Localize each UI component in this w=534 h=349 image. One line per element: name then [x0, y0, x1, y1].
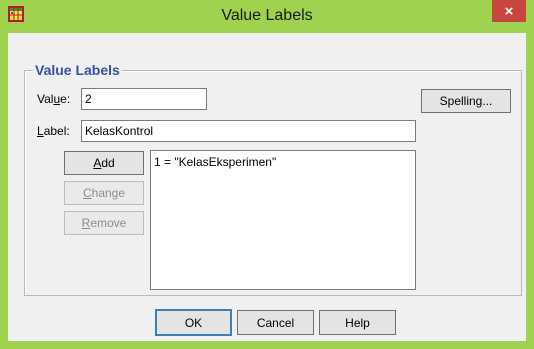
close-icon: ×	[504, 2, 514, 20]
add-rest: dd	[101, 156, 115, 170]
group-legend: Value Labels	[33, 62, 122, 78]
add-button[interactable]: Add	[64, 151, 144, 175]
cancel-button[interactable]: Cancel	[237, 310, 314, 335]
value-label: Value:	[37, 92, 70, 106]
value-labels-list[interactable]: 1 = "KelasEksperimen"	[150, 150, 416, 290]
add-mnemonic: A	[93, 156, 102, 170]
list-item[interactable]: 1 = "KelasEksperimen"	[154, 155, 276, 169]
value-label-prefix: Val	[37, 92, 54, 106]
help-button[interactable]: Help	[319, 310, 396, 335]
label-label: Label:	[37, 124, 70, 138]
remove-button[interactable]: Remove	[64, 211, 144, 235]
spelling-button[interactable]: Spelling...	[421, 89, 511, 113]
ok-button[interactable]: OK	[155, 309, 232, 336]
label-label-mnemonic: L	[37, 124, 44, 138]
change-mnemonic: C	[82, 186, 92, 200]
change-button[interactable]: Change	[64, 181, 144, 205]
label-field[interactable]: KelasKontrol	[81, 120, 416, 142]
change-rest: hange	[91, 186, 126, 200]
value-field[interactable]: 2	[81, 88, 207, 110]
window-title: Value Labels	[221, 7, 313, 24]
label-label-suffix: abel:	[43, 124, 70, 138]
remove-mnemonic: R	[81, 216, 91, 230]
value-labels-dialog: Value Labels × Value Labels Value: 2 Spe…	[0, 0, 534, 349]
close-button[interactable]: ×	[492, 0, 526, 22]
title-bar[interactable]: Value Labels ×	[0, 0, 534, 33]
remove-rest: emove	[90, 216, 127, 230]
value-label-suffix: e:	[60, 92, 71, 106]
